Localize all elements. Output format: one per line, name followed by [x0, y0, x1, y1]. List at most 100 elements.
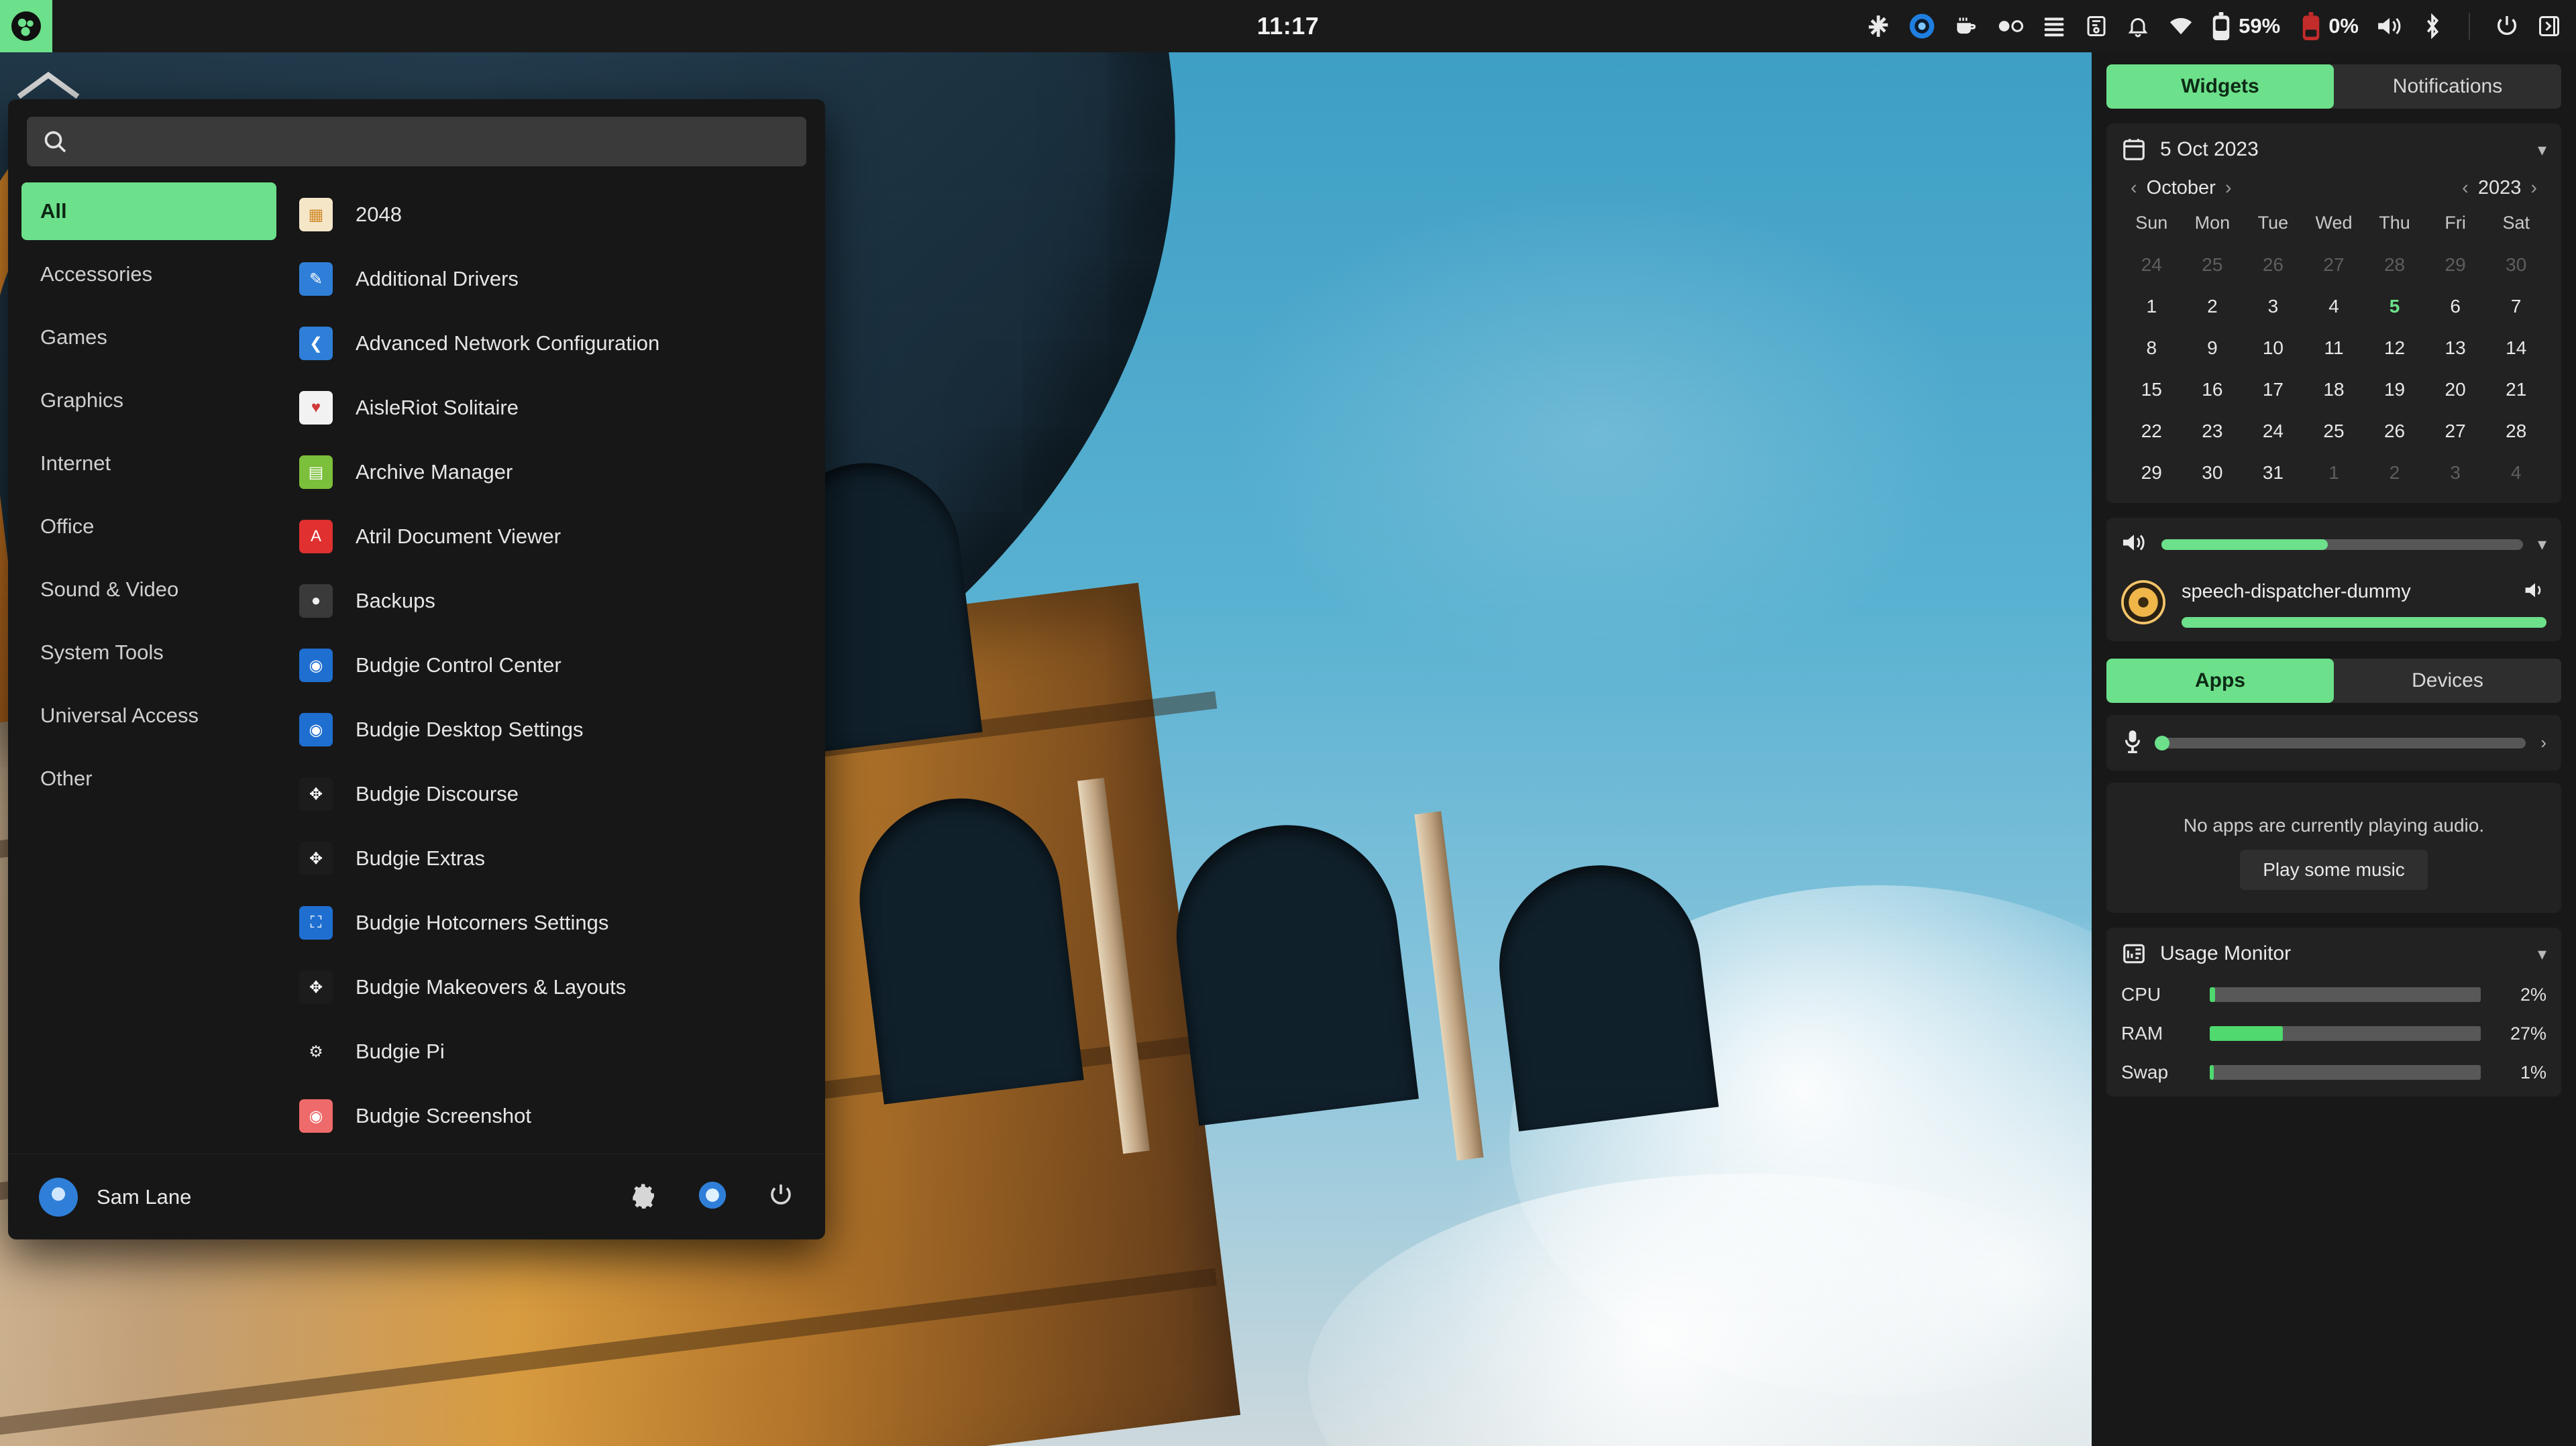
app-item[interactable]: ●Backups: [290, 569, 810, 633]
calendar-day[interactable]: 3: [2425, 456, 2486, 490]
calendar-day[interactable]: 4: [2304, 290, 2365, 323]
calendar-day[interactable]: 22: [2121, 414, 2182, 448]
calendar-day[interactable]: 9: [2182, 331, 2243, 365]
app-item[interactable]: ✥Budgie Extras: [290, 826, 810, 891]
calendar-day[interactable]: 27: [2304, 248, 2365, 282]
calendar-day[interactable]: 16: [2182, 373, 2243, 406]
caffeine-plus-icon[interactable]: [1866, 0, 1891, 52]
calendar-day[interactable]: 28: [2485, 414, 2546, 448]
app-item[interactable]: ◉Budgie Control Center: [290, 633, 810, 698]
calendar-day[interactable]: 2: [2364, 456, 2425, 490]
usage-collapse-chevron[interactable]: ▾: [2538, 944, 2546, 964]
input-volume-knob[interactable]: [2155, 736, 2169, 750]
input-volume-slider[interactable]: [2159, 738, 2526, 748]
category-item-graphics[interactable]: Graphics: [21, 372, 276, 429]
calendar-day[interactable]: 7: [2485, 290, 2546, 323]
battery-secondary-icon[interactable]: [2302, 0, 2320, 52]
stream-mute-icon[interactable]: [2524, 580, 2546, 604]
calendar-day[interactable]: 13: [2425, 331, 2486, 365]
play-some-music-button[interactable]: Play some music: [2240, 850, 2428, 890]
category-item-office[interactable]: Office: [21, 498, 276, 555]
user-account-icon[interactable]: [698, 1180, 727, 1213]
app-item[interactable]: AAtril Document Viewer: [290, 504, 810, 569]
stream-volume-slider[interactable]: [2182, 617, 2546, 628]
calendar-day[interactable]: 3: [2243, 290, 2304, 323]
tab-widgets[interactable]: Widgets: [2106, 64, 2334, 109]
calendar-header[interactable]: 5 Oct 2023 ‹ ▾: [2121, 137, 2546, 162]
night-light-icon[interactable]: [1909, 0, 1935, 52]
calendar-day[interactable]: 4: [2485, 456, 2546, 490]
microphone-icon[interactable]: [2121, 728, 2144, 757]
calendar-day[interactable]: 28: [2364, 248, 2425, 282]
power-icon[interactable]: [2494, 0, 2520, 52]
calendar-day[interactable]: 29: [2121, 456, 2182, 490]
calendar-day[interactable]: 14: [2485, 331, 2546, 365]
search-row[interactable]: [27, 117, 806, 166]
volume-icon[interactable]: [2376, 0, 2403, 52]
calendar-day[interactable]: 27: [2425, 414, 2486, 448]
sound-tab-devices[interactable]: Devices: [2334, 659, 2561, 703]
calendar-day[interactable]: 12: [2364, 331, 2425, 365]
category-item-internet[interactable]: Internet: [21, 435, 276, 492]
workspace-switcher-icon[interactable]: [1996, 0, 2024, 52]
input-device-chevron[interactable]: ›: [2540, 732, 2546, 753]
calendar-day[interactable]: 1: [2121, 290, 2182, 323]
caffeine-cup-icon[interactable]: [1953, 0, 1978, 52]
calendar-day[interactable]: 31: [2243, 456, 2304, 490]
search-input[interactable]: [91, 127, 792, 156]
app-item[interactable]: ▤Archive Manager: [290, 440, 810, 504]
wifi-icon[interactable]: [2167, 0, 2194, 52]
gear-icon[interactable]: [631, 1182, 657, 1212]
prev-year-button[interactable]: ‹: [2453, 177, 2478, 199]
calendar-day[interactable]: 26: [2364, 414, 2425, 448]
calendar-day[interactable]: 11: [2304, 331, 2365, 365]
category-item-games[interactable]: Games: [21, 309, 276, 366]
calendar-day[interactable]: 19: [2364, 373, 2425, 406]
calendar-day-today[interactable]: 5: [2364, 290, 2425, 323]
app-item[interactable]: ▦2048: [290, 182, 810, 247]
raven-toggle-icon[interactable]: [2537, 0, 2561, 52]
category-item-all[interactable]: All: [21, 182, 276, 240]
calendar-day[interactable]: 26: [2243, 248, 2304, 282]
app-item[interactable]: ✎Additional Drivers: [290, 247, 810, 311]
usage-monitor-header[interactable]: Usage Monitor ▾: [2121, 941, 2546, 966]
calendar-day[interactable]: 18: [2304, 373, 2365, 406]
tab-notifications[interactable]: Notifications: [2334, 64, 2561, 109]
app-item[interactable]: ✥Budgie Discourse: [290, 762, 810, 826]
calendar-day[interactable]: 8: [2121, 331, 2182, 365]
category-item-universal-access[interactable]: Universal Access: [21, 687, 276, 744]
calendar-day[interactable]: 25: [2304, 414, 2365, 448]
calendar-day[interactable]: 29: [2425, 248, 2486, 282]
calendar-day[interactable]: 10: [2243, 331, 2304, 365]
clipboard-icon[interactable]: [2084, 0, 2108, 52]
calendar-collapse-chevron[interactable]: ▾: [2538, 140, 2546, 160]
app-item[interactable]: ❮Advanced Network Configuration: [290, 311, 810, 376]
calendar-day[interactable]: 30: [2485, 248, 2546, 282]
calendar-day[interactable]: 25: [2182, 248, 2243, 282]
app-item[interactable]: ⛶Budgie Hotcorners Settings: [290, 891, 810, 955]
notifications-bell-icon[interactable]: [2126, 0, 2150, 52]
calendar-day[interactable]: 17: [2243, 373, 2304, 406]
calendar-day[interactable]: 15: [2121, 373, 2182, 406]
calendar-day[interactable]: 23: [2182, 414, 2243, 448]
sound-tab-apps[interactable]: Apps: [2106, 659, 2334, 703]
calendar-day[interactable]: 30: [2182, 456, 2243, 490]
app-item[interactable]: ⚙Budgie Pi: [290, 1019, 810, 1084]
category-item-other[interactable]: Other: [21, 750, 276, 808]
category-item-sound-video[interactable]: Sound & Video: [21, 561, 276, 618]
next-month-button[interactable]: ›: [2216, 177, 2241, 199]
menu-lines-icon[interactable]: [2041, 0, 2067, 52]
output-volume-slider[interactable]: [2161, 539, 2523, 550]
calendar-day[interactable]: 24: [2121, 248, 2182, 282]
app-item[interactable]: ◉Budgie Desktop Settings: [290, 698, 810, 762]
calendar-day[interactable]: 20: [2425, 373, 2486, 406]
speaker-icon[interactable]: [2121, 531, 2147, 557]
category-item-system-tools[interactable]: System Tools: [21, 624, 276, 681]
app-item[interactable]: ◉Budgie Screenshot: [290, 1084, 810, 1148]
calendar-day[interactable]: 2: [2182, 290, 2243, 323]
calendar-day[interactable]: 24: [2243, 414, 2304, 448]
calendar-day[interactable]: 21: [2485, 373, 2546, 406]
category-item-accessories[interactable]: Accessories: [21, 245, 276, 303]
app-item[interactable]: ♥AisleRiot Solitaire: [290, 376, 810, 440]
calendar-day[interactable]: 1: [2304, 456, 2365, 490]
